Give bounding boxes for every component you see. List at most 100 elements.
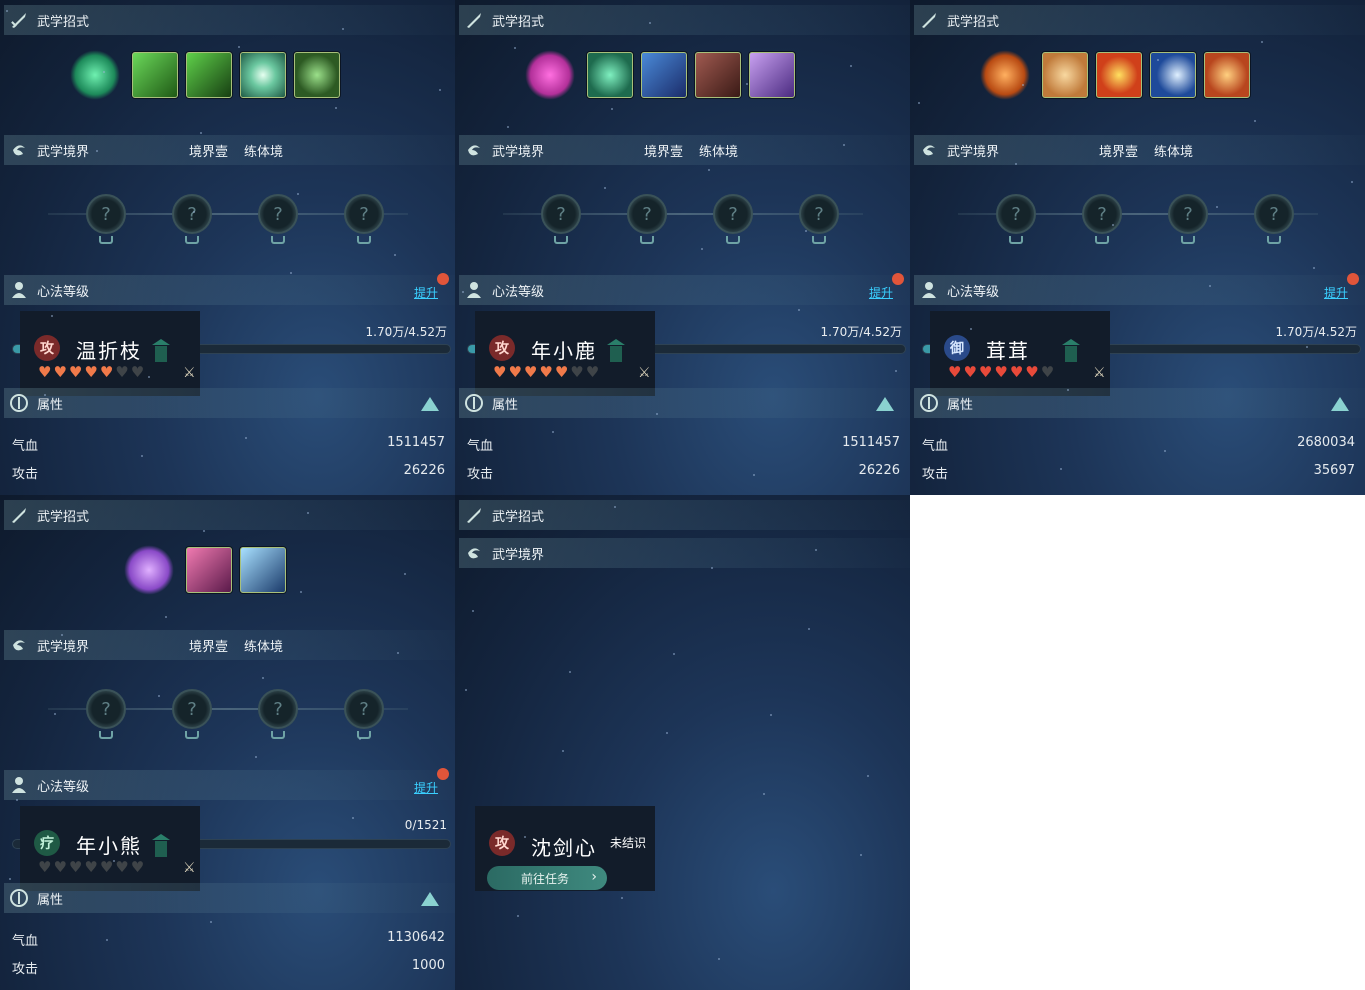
- realm-node[interactable]: ?: [1082, 194, 1122, 234]
- background-star: [656, 413, 658, 415]
- collapse-arrow-icon[interactable]: [421, 892, 439, 906]
- character-card[interactable]: 攻 温折枝 ♥ ♥ ♥ ♥ ♥ ♥ ♥ ⚔: [20, 311, 200, 396]
- background-star: [387, 333, 389, 335]
- background-star: [245, 437, 247, 439]
- raise-link[interactable]: 提升: [414, 284, 438, 301]
- character-name: 温折枝: [76, 339, 142, 363]
- background-star: [106, 939, 108, 941]
- skill-icon[interactable]: [186, 52, 232, 98]
- person-icon: [463, 279, 485, 301]
- character-card[interactable]: 疗 年小熊 ♥ ♥ ♥ ♥ ♥ ♥ ♥ ⚔: [20, 806, 200, 891]
- background-star: [394, 254, 396, 256]
- skill-core-icon[interactable]: [124, 545, 174, 595]
- realm-stage: 练体境: [244, 144, 284, 160]
- realm-nodes: ? ? ? ?: [0, 190, 455, 250]
- background-star: [103, 71, 105, 73]
- leaf-icon: [8, 887, 30, 909]
- collapse-arrow-icon[interactable]: [1331, 397, 1349, 411]
- person-icon: [918, 279, 940, 301]
- character-card[interactable]: 攻 沈剑心 未结识 前往任务 ›: [475, 806, 655, 891]
- star-rating: ♥ ♥ ♥ ♥ ♥ ♥ ♥: [38, 363, 145, 381]
- realm-node[interactable]: ?: [713, 194, 753, 234]
- background-star: [1015, 163, 1017, 165]
- raise-link[interactable]: 提升: [1324, 284, 1348, 301]
- chevron-right-icon: ›: [591, 869, 597, 885]
- background-star: [611, 108, 613, 110]
- realm-title: 武学境界: [37, 144, 90, 160]
- background-star: [843, 144, 845, 146]
- skill-icon[interactable]: [1042, 52, 1088, 98]
- realm-nodes: ? ? ? ?: [0, 685, 455, 745]
- hp-label: 气血: [467, 439, 494, 454]
- skill-icon[interactable]: [1204, 52, 1250, 98]
- hp-value: 1511457: [842, 435, 900, 450]
- realm-node[interactable]: ?: [86, 689, 126, 729]
- skills-title: 武学招式: [947, 14, 1000, 30]
- leaf-icon: [463, 392, 485, 414]
- background-star: [770, 714, 772, 716]
- skills-header: 武学招式: [4, 5, 455, 35]
- skill-core-icon[interactable]: [525, 50, 575, 100]
- background-star: [763, 793, 765, 795]
- realm-node[interactable]: ?: [86, 194, 126, 234]
- skill-core-icon[interactable]: [980, 50, 1030, 100]
- skill-icon[interactable]: [641, 52, 687, 98]
- skill-icon[interactable]: [1096, 52, 1142, 98]
- skill-icon[interactable]: [695, 52, 741, 98]
- character-card[interactable]: 攻 年小鹿 ♥ ♥ ♥ ♥ ♥ ♥ ♥ ⚔: [475, 311, 655, 396]
- character-card[interactable]: 御 茸茸 ♥ ♥ ♥ ♥ ♥ ♥ ♥ ⚔: [930, 311, 1110, 396]
- background-star: [255, 756, 257, 758]
- attr-title: 属性: [37, 892, 64, 908]
- attr-title: 属性: [492, 397, 519, 413]
- skill-icon[interactable]: [240, 52, 286, 98]
- raise-link[interactable]: 提升: [414, 779, 438, 796]
- hp-value: 1130642: [387, 930, 445, 945]
- realm-node[interactable]: ?: [172, 194, 212, 234]
- raise-link[interactable]: 提升: [869, 284, 893, 301]
- realm-nodes: ? ? ? ?: [455, 190, 910, 250]
- atk-value: 35697: [1313, 463, 1355, 478]
- realm-node[interactable]: ?: [344, 194, 384, 234]
- realm-header: 武学境界 境界壹 练体境: [4, 630, 455, 660]
- screen: 武学招式 武学境界 境界壹 练体境 ? ? ? ? 心法等级 提升 1.70万/…: [0, 0, 1365, 990]
- realm-node[interactable]: ?: [172, 689, 212, 729]
- leaf-icon: [918, 392, 940, 414]
- skill-row: [910, 50, 1365, 100]
- skill-icon[interactable]: [240, 547, 286, 593]
- realm-node[interactable]: ?: [1254, 194, 1294, 234]
- background-star: [300, 591, 302, 593]
- skill-core-icon[interactable]: [70, 50, 120, 100]
- swirl-icon: [918, 139, 940, 161]
- character-panel-3: 武学招式 武学境界 境界壹 练体境 ? ? ? ? 心法等级 提升 1.70万/…: [910, 0, 1365, 495]
- atk-label: 攻击: [467, 467, 494, 482]
- realm-node[interactable]: ?: [1168, 194, 1208, 234]
- realm-node[interactable]: ?: [258, 194, 298, 234]
- go-to-task-button[interactable]: 前往任务 ›: [487, 866, 607, 890]
- skills-title: 武学招式: [37, 509, 90, 525]
- weapon-icon: ⚔: [638, 365, 651, 381]
- collapse-arrow-icon[interactable]: [421, 397, 439, 411]
- realm-stage: 练体境: [699, 144, 739, 160]
- realm-node[interactable]: ?: [258, 689, 298, 729]
- realm-node[interactable]: ?: [344, 689, 384, 729]
- realm-header: 武学境界 境界壹 练体境: [459, 135, 910, 165]
- background-star: [297, 193, 299, 195]
- background-star: [44, 394, 46, 396]
- realm-node[interactable]: ?: [996, 194, 1036, 234]
- realm-node[interactable]: ?: [541, 194, 581, 234]
- skill-icon[interactable]: [294, 52, 340, 98]
- skill-icon[interactable]: [186, 547, 232, 593]
- background-star: [1209, 285, 1211, 287]
- xinfa-title: 心法等级: [37, 284, 90, 300]
- background-star: [1351, 181, 1353, 183]
- skill-icon[interactable]: [132, 52, 178, 98]
- collapse-arrow-icon[interactable]: [876, 397, 894, 411]
- skill-icon[interactable]: [749, 52, 795, 98]
- background-star: [701, 248, 703, 250]
- realm-node[interactable]: ?: [799, 194, 839, 234]
- realm-node[interactable]: ?: [627, 194, 667, 234]
- character-panel-4: 武学招式 武学境界 境界壹 练体境 ? ? ? ? 心法等级 提升 0/1521: [0, 495, 455, 990]
- skill-icon[interactable]: [587, 52, 633, 98]
- background-star: [439, 89, 441, 91]
- atk-value: 26226: [858, 463, 900, 478]
